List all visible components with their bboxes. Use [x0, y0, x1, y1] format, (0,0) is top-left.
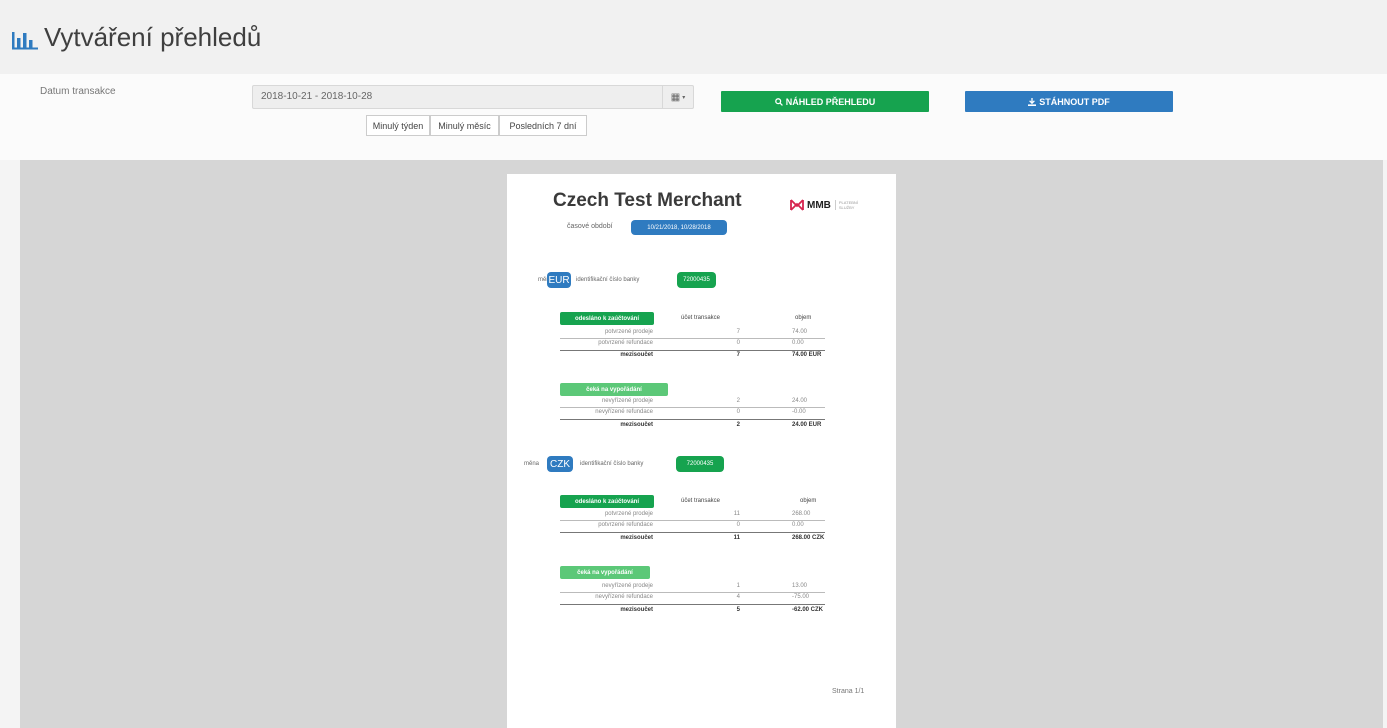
- subtotal-count: 2: [736, 422, 740, 428]
- row-divider: [560, 520, 825, 521]
- row-label: potvrzené prodeje: [604, 511, 653, 517]
- page-title: Vytváření přehledů: [44, 22, 262, 52]
- row-count: 1: [736, 583, 740, 589]
- subtotal-count: 7: [736, 352, 740, 358]
- subtotal-volume: 268.00 CZK: [792, 535, 825, 541]
- calendar-icon: ▦: [670, 91, 681, 103]
- row-count: 0: [736, 409, 740, 415]
- bank-id-badge: 72000435: [677, 272, 716, 288]
- logo-text: MMB: [807, 199, 831, 211]
- currency-badge: EUR: [547, 272, 571, 288]
- table-row: nevyřízené refundace 0 -0.00: [560, 409, 825, 418]
- preview-report-button[interactable]: NÁHLED PŘEHLEDU: [721, 91, 929, 112]
- row-count: 4: [736, 594, 740, 600]
- row-label: nevyřízené refundace: [595, 409, 653, 415]
- row-volume: 74.00: [792, 329, 808, 335]
- subtotal-divider: [560, 604, 825, 605]
- table-row: potvrzené prodeje 11 268.00: [560, 511, 825, 520]
- currency-label: měna: [524, 461, 540, 467]
- download-pdf-button[interactable]: STÁHNOUT PDF: [965, 91, 1173, 112]
- search-icon: [774, 97, 783, 106]
- row-volume: -0.00: [792, 409, 806, 415]
- period-badge: 10/21/2018, 10/28/2018: [631, 220, 727, 235]
- last-week-button[interactable]: Minulý týden: [366, 115, 430, 136]
- date-range-value: 2018-10-21 - 2018-10-28: [261, 91, 373, 102]
- bank-id-label: identifikační číslo banky: [580, 461, 644, 467]
- row-label: potvrzené prodeje: [604, 329, 653, 335]
- page-number: Strana 1/1: [832, 688, 865, 695]
- subtotal-row: mezisoučet 7 74.00 EUR: [560, 352, 825, 361]
- merchant-name: Czech Test Merchant: [553, 190, 742, 211]
- section-header: čeká na vypořádání: [560, 383, 668, 396]
- volume-column-header: objem: [800, 498, 817, 504]
- last-7-days-button[interactable]: Posledních 7 dní: [499, 115, 587, 136]
- row-label: nevyřízené refundace: [595, 594, 653, 600]
- row-divider: [560, 338, 825, 339]
- table-row: potvrzené refundace 0 0.00: [560, 340, 825, 349]
- download-pdf-label: STÁHNOUT PDF: [1039, 96, 1110, 107]
- subtotal-count: 5: [736, 607, 740, 613]
- row-volume: 268.00: [792, 511, 811, 517]
- report-page: [507, 174, 896, 728]
- page-header: Vytváření přehledů: [0, 0, 1387, 74]
- caret-down-icon: ▾: [682, 94, 686, 101]
- bank-id-label: identifikační číslo banky: [576, 277, 640, 283]
- row-count: 0: [736, 340, 740, 346]
- row-count: 0: [736, 522, 740, 528]
- row-label: potvrzené refundace: [598, 522, 653, 528]
- subtotal-volume: 74.00 EUR: [792, 352, 822, 358]
- row-label: nevyřízené prodeje: [601, 583, 653, 589]
- logo-subtext: PLATEBNÍ SLUŽBY: [834, 200, 863, 210]
- subtotal-label: mezisoučet: [620, 607, 653, 613]
- section-header: odesláno k zaúčtování: [560, 312, 654, 325]
- count-column-header: účet transakce: [681, 315, 721, 321]
- subtotal-volume: -62.00 CZK: [792, 607, 824, 613]
- row-count: 7: [736, 329, 740, 335]
- row-label: nevyřízené prodeje: [601, 398, 653, 404]
- date-label: Datum transakce: [40, 86, 116, 97]
- mmb-logo: MMB PLATEBNÍ SLUŽBY: [790, 197, 863, 213]
- row-volume: 0.00: [792, 340, 804, 346]
- row-volume: 24.00: [792, 398, 808, 404]
- download-icon: [1028, 97, 1037, 106]
- last-month-button[interactable]: Minulý měsíc: [430, 115, 499, 136]
- currency-badge: CZK: [547, 456, 573, 472]
- calendar-dropdown-button[interactable]: ▦ ▾: [662, 86, 693, 108]
- subtotal-row: mezisoučet 11 268.00 CZK: [560, 535, 825, 544]
- subtotal-divider: [560, 532, 825, 533]
- subtotal-label: mezisoučet: [620, 535, 653, 541]
- table-row: potvrzené refundace 0 0.00: [560, 522, 825, 531]
- row-count: 11: [733, 511, 740, 517]
- bar-chart-icon: [12, 32, 38, 50]
- table-row: potvrzené prodeje 7 74.00: [560, 329, 825, 338]
- row-count: 2: [736, 398, 740, 404]
- subtotal-row: mezisoučet 2 24.00 EUR: [560, 422, 825, 431]
- subtotal-volume: 24.00 EUR: [792, 422, 822, 428]
- subtotal-divider: [560, 350, 825, 351]
- row-label: potvrzené refundace: [598, 340, 653, 346]
- subtotal-row: mezisoučet 5 -62.00 CZK: [560, 607, 825, 616]
- preview-report-label: NÁHLED PŘEHLEDU: [785, 96, 876, 107]
- row-volume: 13.00: [792, 583, 808, 589]
- period-label: časové období: [567, 223, 613, 230]
- subtotal-count: 11: [733, 535, 740, 541]
- row-divider: [560, 407, 825, 408]
- subtotal-label: mezisoučet: [620, 422, 653, 428]
- subtotal-label: mezisoučet: [620, 352, 653, 358]
- mmb-logo-icon: [790, 199, 804, 211]
- section-header: čeká na vypořádání: [560, 566, 650, 579]
- date-range-input[interactable]: 2018-10-21 - 2018-10-28 ▦ ▾: [252, 85, 694, 109]
- count-column-header: účet transakce: [681, 498, 721, 504]
- bank-id-badge: 72000435: [676, 456, 724, 472]
- row-volume: -75.00: [792, 594, 810, 600]
- subtotal-divider: [560, 419, 825, 420]
- table-row: nevyřízené prodeje 1 13.00: [560, 583, 825, 592]
- section-header: odesláno k zaúčtování: [560, 495, 654, 508]
- table-row: nevyřízené prodeje 2 24.00: [560, 398, 825, 407]
- volume-column-header: objem: [795, 315, 812, 321]
- row-divider: [560, 592, 825, 593]
- row-volume: 0.00: [792, 522, 804, 528]
- table-row: nevyřízené refundace 4 -75.00: [560, 594, 825, 603]
